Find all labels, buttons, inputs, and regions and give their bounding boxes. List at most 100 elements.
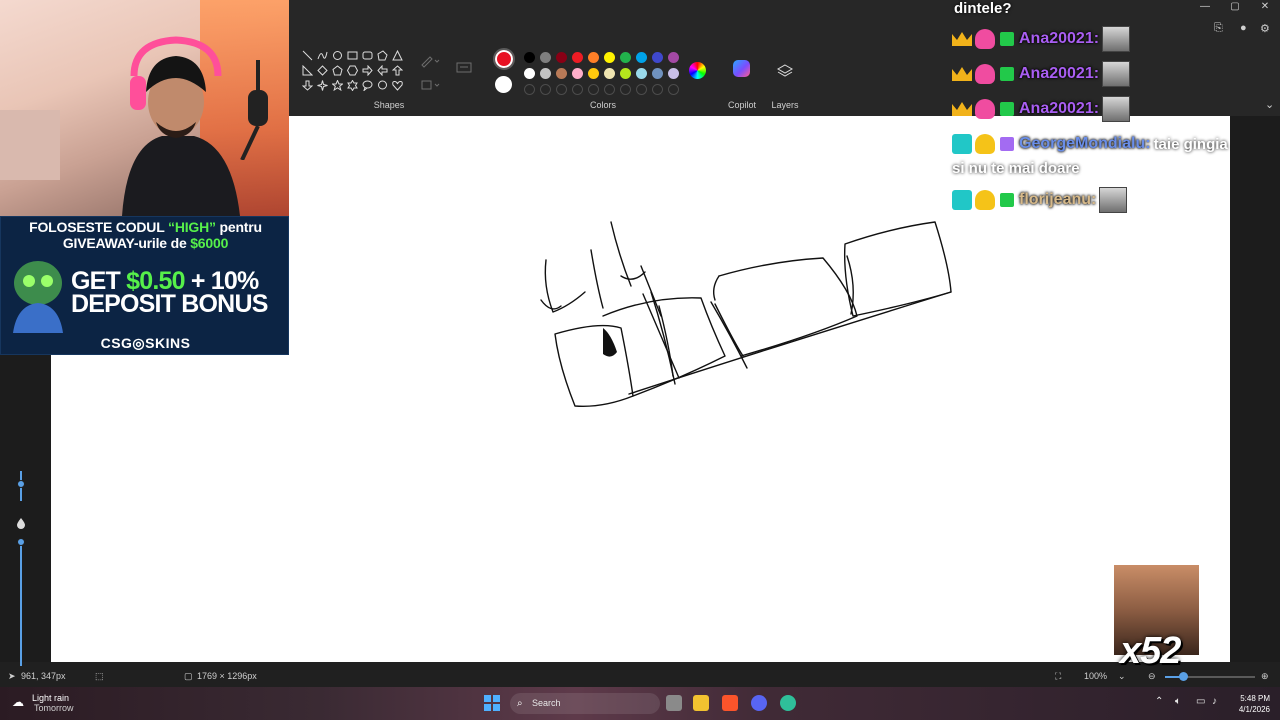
taskbar-search[interactable]: Search	[510, 693, 660, 714]
canvas-size: 1769 × 1296px	[197, 671, 257, 681]
sketch-stroke	[590, 249, 604, 309]
empty-color-slot[interactable]	[604, 84, 615, 95]
polygon-shape-icon[interactable]	[375, 48, 390, 63]
zoom-slider[interactable]	[1165, 672, 1255, 681]
current-color-swatch[interactable]	[493, 48, 515, 70]
color-swatch[interactable]	[588, 52, 599, 63]
color-swatch[interactable]	[604, 68, 615, 79]
diamond-shape-icon[interactable]	[315, 63, 330, 78]
windows-start-icon[interactable]	[484, 695, 500, 711]
color-swatch[interactable]	[572, 52, 583, 63]
copilot-label[interactable]: Copilot	[722, 100, 762, 110]
color-swatch[interactable]	[668, 68, 679, 79]
color-swatch[interactable]	[556, 68, 567, 79]
network-icon[interactable]: ▭	[1196, 696, 1205, 707]
zoom-slider-knob[interactable]	[1179, 672, 1188, 681]
color-swatch[interactable]	[540, 68, 551, 79]
sketch-stroke	[628, 291, 952, 395]
color-swatch[interactable]	[668, 52, 679, 63]
five-point-star-shape-icon[interactable]	[330, 78, 345, 93]
color-swatch[interactable]	[588, 68, 599, 79]
rectangle-shape-icon[interactable]	[345, 48, 360, 63]
line-shape-icon[interactable]	[300, 48, 315, 63]
zoom-level[interactable]: 100%	[1084, 671, 1107, 681]
empty-color-slot[interactable]	[652, 84, 663, 95]
six-point-star-shape-icon[interactable]	[345, 78, 360, 93]
heart-shape-icon[interactable]	[390, 78, 405, 93]
callout-rect-shape-icon[interactable]	[375, 78, 390, 93]
brave-browser-icon[interactable]	[722, 695, 738, 711]
rounded-rectangle-shape-icon[interactable]	[360, 48, 375, 63]
color-swatch[interactable]	[652, 68, 663, 79]
layers-icon[interactable]	[776, 63, 794, 81]
callout-oval-shape-icon[interactable]	[360, 78, 375, 93]
curve-shape-icon[interactable]	[315, 48, 330, 63]
empty-color-slot[interactable]	[636, 84, 647, 95]
up-arrow-shape-icon[interactable]	[390, 63, 405, 78]
speaker-icon[interactable]: ♪	[1212, 696, 1217, 707]
shapes-group-label: Shapes	[373, 100, 405, 110]
empty-color-slot[interactable]	[572, 84, 583, 95]
copilot-icon[interactable]	[733, 60, 750, 77]
left-arrow-shape-icon[interactable]	[375, 63, 390, 78]
layers-label[interactable]: Layers	[765, 100, 805, 110]
color-swatch[interactable]	[556, 52, 567, 63]
outline-pen-icon[interactable]	[419, 53, 441, 69]
empty-color-slot[interactable]	[524, 84, 535, 95]
color-swatch[interactable]	[604, 52, 615, 63]
pentagon-shape-icon[interactable]	[330, 63, 345, 78]
color-swatch[interactable]	[652, 52, 663, 63]
file-explorer-icon[interactable]	[693, 695, 709, 711]
fit-to-window-icon[interactable]: ⛶	[1055, 671, 1061, 682]
emote-icon	[1099, 187, 1128, 213]
empty-color-slot[interactable]	[588, 84, 599, 95]
zoom-dropdown-icon[interactable]: ⌄	[1118, 671, 1126, 682]
right-arrow-shape-icon[interactable]	[360, 63, 375, 78]
color-swatch[interactable]	[620, 68, 631, 79]
chat-previous-message: dintele?	[954, 0, 1012, 17]
color-swatch[interactable]	[572, 68, 583, 79]
empty-color-slot[interactable]	[620, 84, 631, 95]
task-view-icon[interactable]	[666, 695, 682, 711]
secondary-color-swatch[interactable]	[495, 76, 512, 93]
empty-color-slot[interactable]	[540, 84, 551, 95]
fill-bucket-icon[interactable]	[419, 77, 441, 93]
empty-color-slot[interactable]	[668, 84, 679, 95]
oval-shape-icon[interactable]	[330, 48, 345, 63]
down-arrow-shape-icon[interactable]	[300, 78, 315, 93]
volume-icon[interactable]: 🔈︎	[1175, 696, 1181, 707]
hexagon-shape-icon[interactable]	[345, 63, 360, 78]
color-swatch[interactable]	[636, 68, 647, 79]
size-slider-knob[interactable]	[17, 480, 25, 488]
sketch-stroke	[650, 291, 676, 385]
streamer-figure	[122, 36, 240, 216]
discord-icon[interactable]	[751, 695, 767, 711]
right-triangle-shape-icon[interactable]	[300, 63, 315, 78]
color-swatch[interactable]	[636, 52, 647, 63]
color-swatch[interactable]	[524, 52, 535, 63]
triangle-shape-icon[interactable]	[390, 48, 405, 63]
zoom-out-icon[interactable]: ⊖	[1148, 671, 1156, 682]
edit-colors-icon[interactable]	[689, 62, 706, 79]
empty-color-slot[interactable]	[556, 84, 567, 95]
four-point-star-shape-icon[interactable]	[315, 78, 330, 93]
gift-badge-icon	[1000, 102, 1014, 116]
color-swatch[interactable]	[524, 68, 535, 79]
shape-settings-icon[interactable]	[454, 60, 476, 76]
chat-username: Ana20021:	[1019, 30, 1100, 47]
sponsor-brand: CSG◎SKINS	[100, 335, 191, 351]
microphone-icon	[240, 60, 268, 160]
browser-icon[interactable]	[780, 695, 796, 711]
gift-badge-icon	[1000, 137, 1014, 151]
rain-cloud-icon: ☁	[12, 695, 24, 709]
color-swatch[interactable]	[540, 52, 551, 63]
canvas-size-icon: ▢	[184, 671, 193, 681]
shapes-gallery	[300, 48, 405, 93]
zoom-in-icon[interactable]: ⊕	[1261, 671, 1269, 682]
color-swatch[interactable]	[620, 52, 631, 63]
tray-overflow-icon[interactable]: ⌃	[1155, 696, 1163, 707]
sponsor-headline-2: DEPOSIT BONUS	[71, 290, 268, 318]
system-clock[interactable]: 5:48 PM 4/1/2026	[1226, 693, 1270, 715]
opacity-slider-knob[interactable]	[17, 538, 25, 546]
robot-badge-icon	[975, 29, 995, 49]
